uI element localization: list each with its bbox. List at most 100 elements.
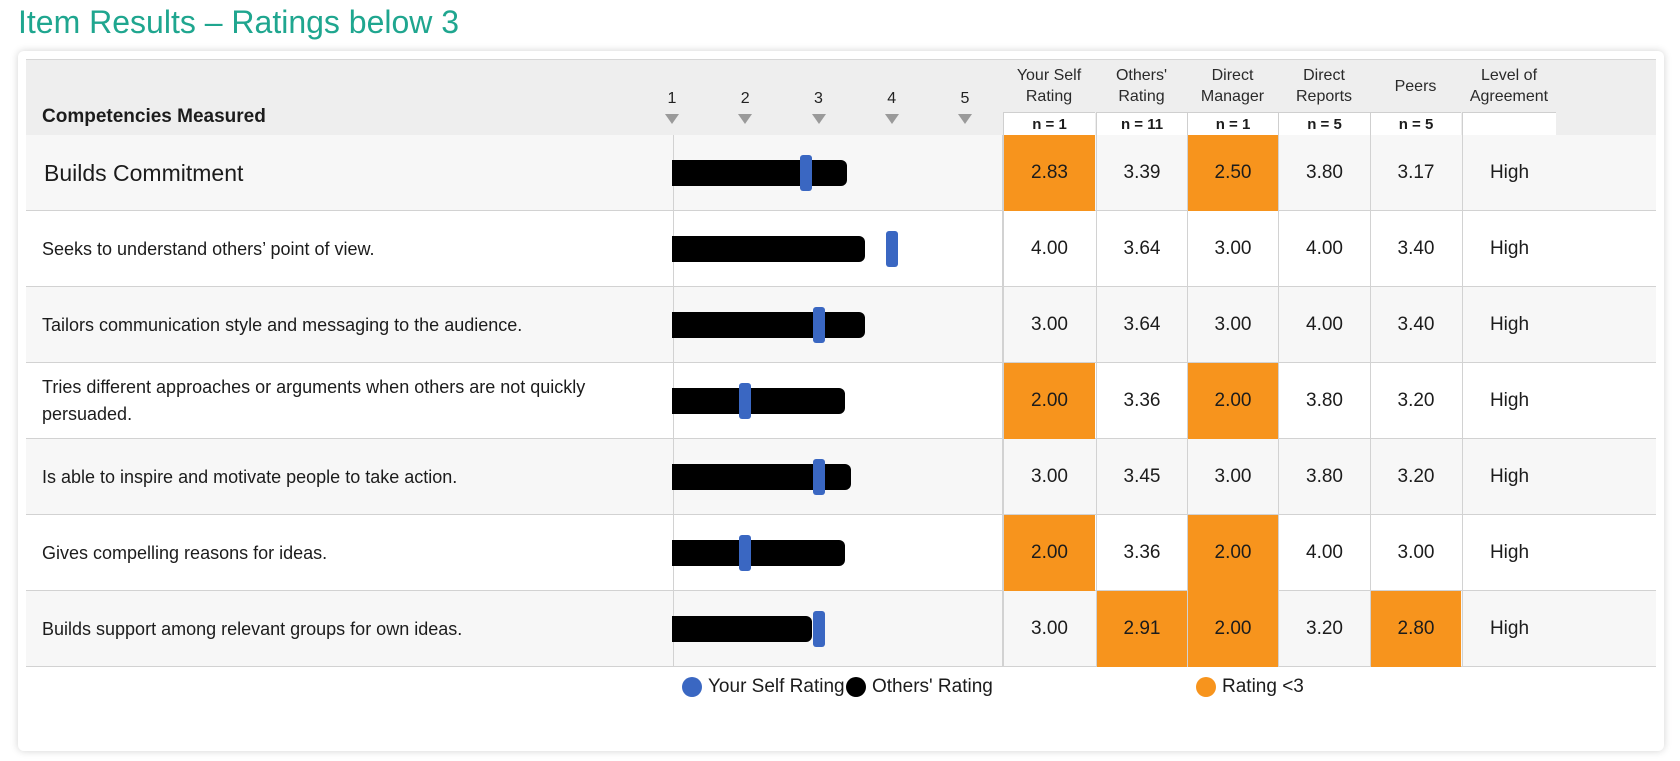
- competency-label: Builds Commitment: [44, 159, 244, 186]
- others-dot-icon: [846, 677, 866, 697]
- rating-cell-peers: 3.00: [1370, 515, 1461, 591]
- scale-tick-marker: [884, 114, 899, 124]
- rating-cell-peers: 3.40: [1370, 211, 1461, 287]
- column-header-line: Peers: [1394, 77, 1437, 95]
- item-label: Tries different approaches or arguments …: [42, 377, 586, 424]
- column-header-line: Rating: [1025, 88, 1073, 105]
- others-rating-bar: [672, 616, 812, 642]
- scale-tick-label: 2: [740, 90, 750, 107]
- scale-tick-label: 1: [667, 90, 677, 107]
- scale-tick-label: 4: [887, 90, 897, 107]
- rating-cell-peers: 3.40: [1370, 287, 1461, 363]
- competencies-header: Competencies Measured: [42, 106, 266, 127]
- legend-self-label: Your Self Rating: [708, 676, 845, 697]
- rating-cell-manager: 3.00: [1187, 287, 1278, 363]
- table-row: Builds Commitment 2.83 3.39 2.50 3.80 3.17 Hig…: [26, 135, 1656, 211]
- others-rating-bar: [672, 236, 866, 262]
- rating-cell-agreement: High: [1462, 135, 1556, 211]
- legend-self: Your Self Rating: [682, 672, 845, 702]
- rating-cell-reports: 3.80: [1278, 363, 1370, 439]
- rating-cell-agreement: High: [1462, 439, 1556, 515]
- others-rating-bar: [672, 312, 866, 338]
- self-rating-marker: [885, 231, 898, 267]
- item-label: Builds support among relevant groups for…: [42, 618, 463, 639]
- rating-cell-manager: 2.00: [1187, 363, 1278, 439]
- rating-cell-others: 3.64: [1096, 211, 1187, 287]
- rating-cell-reports: 3.80: [1278, 439, 1370, 515]
- rating-cell-manager: 2.00: [1187, 515, 1278, 591]
- column-header-reports: Direct Reports: [1278, 64, 1370, 108]
- column-header-line: Others': [1115, 67, 1168, 84]
- rating-cell-peers: 3.17: [1370, 135, 1461, 211]
- rating-cell-agreement: High: [1462, 287, 1556, 363]
- rating-cell-reports: 3.20: [1278, 591, 1370, 667]
- rating-cell-agreement: High: [1462, 515, 1556, 591]
- rating-cell-manager: 2.00: [1187, 591, 1278, 667]
- page-title: Item Results – Ratings below 3: [18, 4, 460, 40]
- table-row: Seeks to understand others’ point of vie…: [26, 211, 1656, 287]
- self-dot-icon: [682, 677, 702, 697]
- sample-size-reports: n = 5: [1278, 112, 1370, 136]
- rating-cell-manager: 3.00: [1187, 439, 1278, 515]
- table-row: Gives compelling reasons for ideas. 2.00 3…: [26, 515, 1656, 591]
- sample-size-self: n = 1: [1003, 112, 1095, 136]
- scale-tick-marker: [738, 114, 753, 124]
- self-rating-marker: [812, 611, 825, 647]
- self-rating-marker: [739, 383, 752, 419]
- table-row: Tries different approaches or arguments …: [26, 363, 1656, 439]
- rating-cell-self: 4.00: [1003, 211, 1095, 287]
- legend-low-label: Rating <3: [1222, 676, 1304, 697]
- column-header-line: Agreement: [1469, 88, 1549, 105]
- rating-cell-reports: 4.00: [1278, 515, 1370, 591]
- self-rating-marker: [800, 155, 813, 191]
- rating-cell-manager: 2.50: [1187, 135, 1278, 211]
- table-row: Tailors communication style and messagin…: [26, 287, 1656, 363]
- rating-cell-agreement: High: [1462, 211, 1556, 287]
- column-header-self: Your Self Rating: [1003, 64, 1095, 108]
- rating-cell-self: 2.83: [1003, 135, 1095, 211]
- column-header-agreement: Level of Agreement: [1462, 64, 1556, 108]
- rating-cell-reports: 3.80: [1278, 135, 1370, 211]
- column-header-line: Manager: [1200, 88, 1265, 105]
- column-header-others: Others' Rating: [1096, 64, 1187, 108]
- item-label: Gives compelling reasons for ideas.: [42, 542, 328, 563]
- self-rating-marker: [739, 535, 752, 571]
- sample-size-manager: n = 1: [1187, 112, 1278, 136]
- scale-tick-marker: [958, 114, 972, 124]
- scale-tick-label: 3: [814, 90, 823, 107]
- column-header-peers: Peers: [1370, 64, 1461, 108]
- rating-cell-peers: 3.20: [1370, 439, 1461, 515]
- rating-cell-peers: 3.20: [1370, 363, 1461, 439]
- column-header-line: Direct: [1211, 67, 1254, 84]
- table-row: Is able to inspire and motivate people t…: [26, 439, 1656, 515]
- rating-cell-self: 3.00: [1003, 439, 1095, 515]
- results-table: Competencies Measured 1 2 3 4 5 Your Self Rati…: [26, 59, 1656, 749]
- table-row: Builds support among relevant groups for…: [26, 591, 1656, 667]
- rating-cell-others: 3.64: [1096, 287, 1187, 363]
- rating-cell-others: 3.45: [1096, 439, 1187, 515]
- table-header: Competencies Measured 1 2 3 4 5 Your Self Rati…: [26, 59, 1656, 137]
- self-rating-marker: [812, 307, 825, 343]
- sample-size-agreement: [1462, 112, 1556, 136]
- others-rating-bar: [672, 464, 852, 490]
- rating-cell-self: 2.00: [1003, 363, 1095, 439]
- column-header-line: Direct: [1303, 67, 1345, 84]
- scale-tick-marker: [665, 114, 679, 124]
- item-label: Tailors communication style and messagin…: [42, 314, 523, 335]
- scale-tick-label: 5: [960, 90, 970, 107]
- sample-size-others: n = 11: [1096, 112, 1187, 136]
- results-card: Competencies Measured 1 2 3 4 5 Your Self Rati…: [18, 51, 1664, 751]
- column-header-line: Reports: [1295, 88, 1353, 105]
- rating-cell-others: 3.36: [1096, 515, 1187, 591]
- rating-cell-peers: 2.80: [1370, 591, 1461, 667]
- column-header-line: Level of: [1480, 67, 1538, 84]
- rating-cell-self: 3.00: [1003, 287, 1095, 363]
- column-header-manager: Direct Manager: [1187, 64, 1278, 108]
- rating-cell-agreement: High: [1462, 591, 1556, 667]
- column-header-line: Your Self: [1016, 67, 1082, 84]
- item-label: Seeks to understand others’ point of vie…: [42, 238, 375, 259]
- rating-cell-self: 3.00: [1003, 591, 1095, 667]
- column-header-line: Rating: [1118, 88, 1165, 105]
- self-rating-marker: [812, 459, 825, 495]
- rating-cell-others: 3.36: [1096, 363, 1187, 439]
